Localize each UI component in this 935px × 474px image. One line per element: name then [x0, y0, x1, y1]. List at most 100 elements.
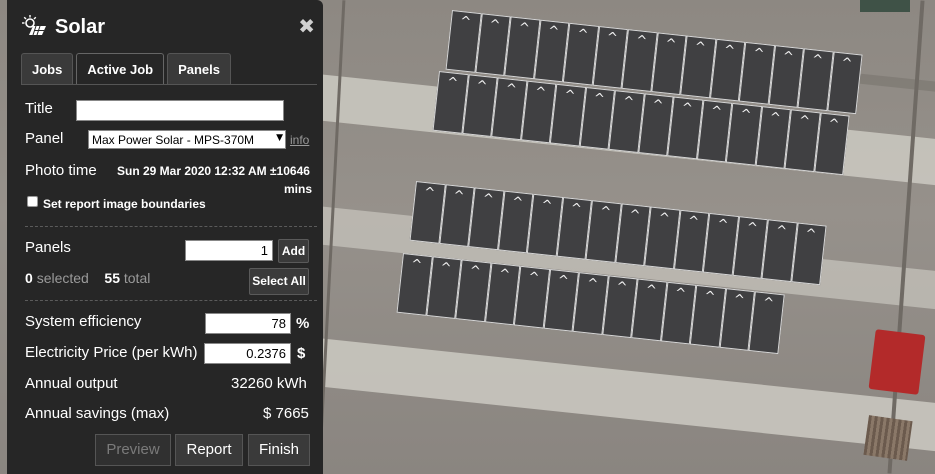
panel-orientation-icon: ^ [781, 49, 795, 66]
panel-orientation-icon: ^ [504, 81, 518, 98]
panel-label: Panel [25, 130, 64, 147]
panel-orientation-icon: ^ [488, 17, 502, 34]
rooftop-red-unit [868, 329, 926, 395]
panel-orientation-icon: ^ [687, 213, 700, 230]
panel-orientation-icon: ^ [622, 94, 635, 111]
panel-orientation-icon: ^ [703, 288, 717, 305]
panel-orientation-icon: ^ [745, 220, 759, 237]
panel-orientation-icon: ^ [635, 33, 648, 50]
panels-label: Panels [25, 239, 71, 256]
panel-orientation-icon: ^ [439, 260, 453, 277]
panel-orientation-icon: ^ [563, 87, 577, 104]
efficiency-label: System efficiency [25, 313, 142, 330]
section-divider [25, 226, 317, 227]
panel-orientation-icon: ^ [768, 110, 782, 127]
panel-count-input[interactable] [185, 240, 273, 261]
roof-light-band [299, 336, 935, 456]
panel-orientation-icon: ^ [498, 266, 511, 283]
panel-orientation-icon: ^ [674, 285, 687, 302]
panel-orientation-icon: ^ [547, 23, 560, 40]
total-count: 55 [104, 270, 120, 286]
panel-orientation-icon: ^ [827, 116, 841, 133]
panel-orientation-icon: ^ [540, 197, 554, 214]
panel-orientation-icon: ^ [723, 42, 736, 59]
efficiency-unit: % [296, 315, 310, 332]
solar-panel[interactable]: ^ [748, 291, 785, 355]
panel-info-link[interactable]: info [290, 133, 309, 147]
annual-output-label: Annual output [25, 375, 118, 392]
sidebar-header: Solar ✖ [7, 0, 323, 52]
panel-orientation-icon: ^ [798, 113, 811, 130]
annual-savings-value: $ 7665 [263, 405, 309, 422]
report-button[interactable]: Report [175, 434, 243, 466]
panel-orientation-icon: ^ [752, 45, 766, 62]
panel-orientation-icon: ^ [762, 295, 775, 312]
price-unit: $ [297, 345, 306, 362]
panel-orientation-icon: ^ [410, 256, 423, 274]
panel-orientation-icon: ^ [664, 36, 678, 53]
panel-orientation-icon: ^ [592, 90, 606, 108]
report-boundaries-label[interactable]: Set report image boundaries [43, 197, 206, 211]
section-divider [25, 300, 317, 301]
rooftop-grate [863, 415, 913, 461]
solar-sidebar: Solar ✖ Jobs Active Job Panels Title Pan… [7, 0, 323, 474]
tab-jobs[interactable]: Jobs [21, 53, 74, 85]
tab-panels[interactable]: Panels [167, 53, 232, 85]
selected-count: 0 [25, 270, 33, 286]
annual-savings-label: Annual savings (max) [25, 405, 170, 422]
panel-counts: 0 selected 55 total [25, 270, 150, 286]
solar-panel-sun-icon [22, 15, 46, 36]
add-panels-button[interactable]: Add [278, 239, 309, 263]
preview-button[interactable]: Preview [95, 434, 171, 466]
panel-orientation-icon: ^ [605, 29, 619, 47]
panel-orientation-icon: ^ [517, 20, 531, 37]
total-label: total [123, 270, 151, 286]
close-icon[interactable]: ✖ [298, 14, 315, 38]
panel-orientation-icon: ^ [615, 279, 629, 296]
panel-title: Solar [55, 16, 106, 38]
panel-orientation-icon: ^ [840, 55, 854, 72]
price-input[interactable] [204, 343, 291, 364]
solar-panel[interactable]: ^ [826, 51, 863, 115]
panel-model-select[interactable]: Max Power Solar - MPS-370M ▼ [88, 130, 286, 149]
panel-orientation-icon: ^ [651, 97, 665, 114]
panel-model-value: Max Power Solar - MPS-370M [92, 133, 255, 147]
title-label: Title [25, 100, 53, 117]
tab-underline [21, 84, 317, 85]
tab-bar: Jobs Active Job Panels [21, 53, 234, 85]
panel-orientation-icon: ^ [657, 210, 671, 227]
finish-button[interactable]: Finish [248, 434, 310, 466]
panel-orientation-icon: ^ [511, 194, 524, 211]
photo-time-label: Photo time [25, 162, 97, 179]
panel-orientation-icon: ^ [534, 84, 547, 101]
panel-orientation-icon: ^ [576, 26, 590, 43]
select-all-button[interactable]: Select All [249, 268, 309, 295]
panel-orientation-icon: ^ [693, 39, 707, 56]
panel-orientation-icon: ^ [680, 100, 694, 117]
efficiency-input[interactable] [205, 313, 291, 334]
panel-orientation-icon: ^ [446, 74, 459, 92]
panel-orientation-icon: ^ [775, 223, 788, 240]
report-boundaries-checkbox[interactable] [27, 196, 38, 207]
panel-orientation-icon: ^ [475, 78, 489, 95]
tab-active-job[interactable]: Active Job [76, 53, 165, 85]
title-input[interactable] [76, 100, 284, 121]
panel-orientation-icon: ^ [716, 216, 730, 233]
panel-orientation-icon: ^ [527, 269, 541, 286]
panel-orientation-icon: ^ [710, 103, 723, 120]
panel-orientation-icon: ^ [732, 292, 746, 309]
selected-label: selected [36, 270, 89, 286]
annual-output-value: 32260 kWh [231, 375, 307, 392]
panel-orientation-icon: ^ [804, 226, 818, 243]
panel-orientation-icon: ^ [569, 200, 583, 218]
rooftop-structure [860, 0, 910, 12]
price-label: Electricity Price (per kWh) [25, 344, 198, 361]
panel-orientation-icon: ^ [556, 272, 570, 290]
panel-orientation-icon: ^ [459, 13, 472, 31]
panel-orientation-icon: ^ [811, 52, 824, 69]
panel-orientation-icon: ^ [468, 263, 482, 280]
photo-time-unit: mins [284, 182, 313, 196]
panel-orientation-icon: ^ [586, 276, 599, 293]
panel-orientation-icon: ^ [644, 282, 658, 299]
panel-orientation-icon: ^ [423, 184, 436, 202]
